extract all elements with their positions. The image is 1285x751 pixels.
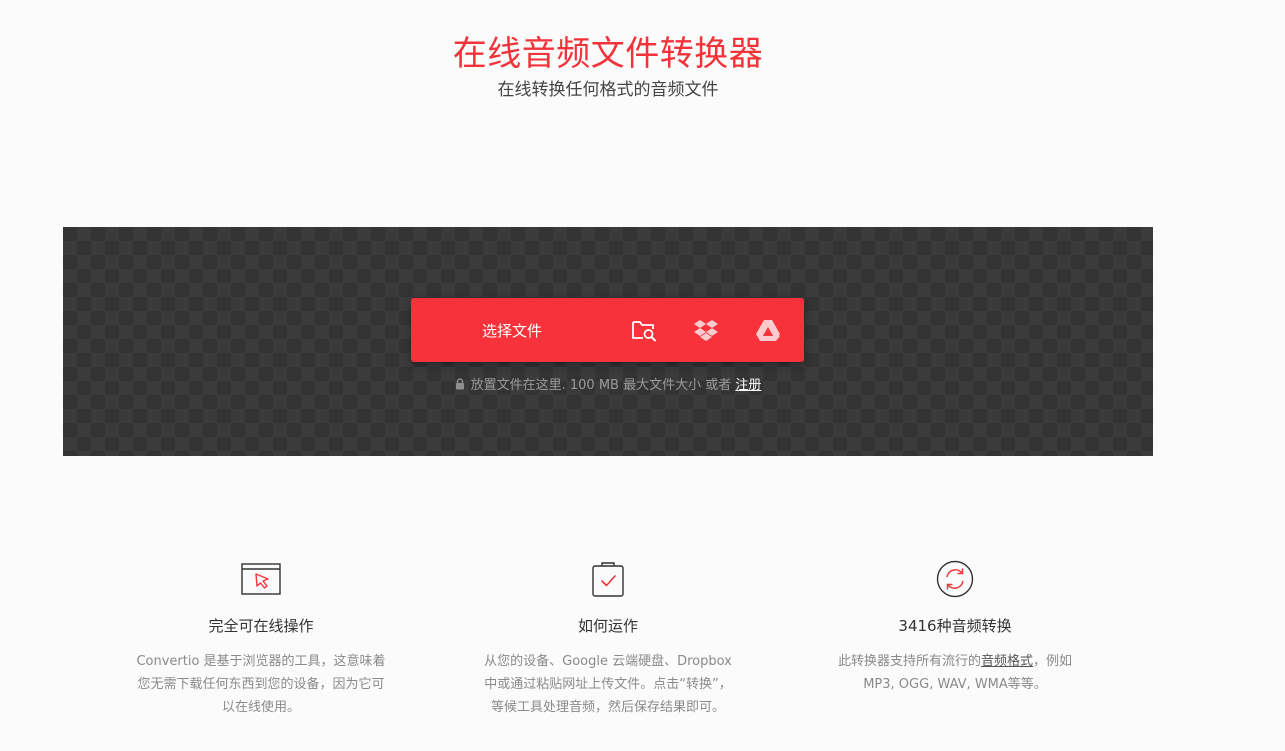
feature-how-it-works: 如何运作 从您的设备、Google 云端硬盘、Dropbox 中或通过粘贴网址上… <box>463 560 753 719</box>
feature-description: 从您的设备、Google 云端硬盘、Dropbox 中或通过粘贴网址上传文件。点… <box>484 654 732 715</box>
feature-description: 此转换器支持所有流行的音频格式，例如MP3, OGG, WAV, WMA等等。 <box>830 650 1080 696</box>
dropzone-hint: 放置文件在这里. 100 MB 最大文件大小 或者 注册 <box>63 377 1153 396</box>
lock-icon <box>455 378 465 396</box>
choose-file-button[interactable]: 选择文件 <box>411 298 613 362</box>
feature-online: 完全可在线操作 Convertio 是基于浏览器的工具，这意味着您无需下载任何东… <box>116 560 406 719</box>
local-folder-button[interactable] <box>613 298 675 362</box>
refresh-circle-icon <box>936 560 974 602</box>
feature-title: 3416种音频转换 <box>898 617 1012 635</box>
audio-formats-link[interactable]: 音频格式 <box>981 654 1033 669</box>
page-subtitle: 在线转换任何格式的音频文件 <box>497 80 719 100</box>
feature-title: 完全可在线操作 <box>208 617 314 635</box>
feature-title: 如何运作 <box>577 617 638 635</box>
signup-link[interactable]: 注册 <box>735 378 761 393</box>
google-drive-icon <box>755 318 781 342</box>
browser-cursor-icon <box>241 563 281 599</box>
hint-text: 放置文件在这里. 100 MB 最大文件大小 或者 <box>470 378 732 393</box>
file-dropzone[interactable]: 选择文件 放置文件在这里. 100 MB 最大文件大小 或者 注册 <box>63 227 1153 456</box>
google-drive-button[interactable] <box>737 298 799 362</box>
page: 在线音频文件转换器 在线转换任何格式的音频文件 选择文件 放置文件在这里. 10… <box>0 0 1285 751</box>
upload-bar: 选择文件 <box>411 298 804 362</box>
dropbox-button[interactable] <box>675 298 737 362</box>
feature-conversions: 3416种音频转换 此转换器支持所有流行的音频格式，例如MP3, OGG, WA… <box>810 560 1100 696</box>
feature-description-text: 此转换器支持所有流行的 <box>837 654 981 669</box>
clipboard-check-icon <box>591 560 625 602</box>
dropbox-icon <box>693 318 719 342</box>
folder-search-icon <box>631 318 657 342</box>
feature-description: Convertio 是基于浏览器的工具，这意味着您无需下载任何东西到您的设备，因… <box>136 654 386 715</box>
page-title: 在线音频文件转换器 <box>452 34 764 74</box>
